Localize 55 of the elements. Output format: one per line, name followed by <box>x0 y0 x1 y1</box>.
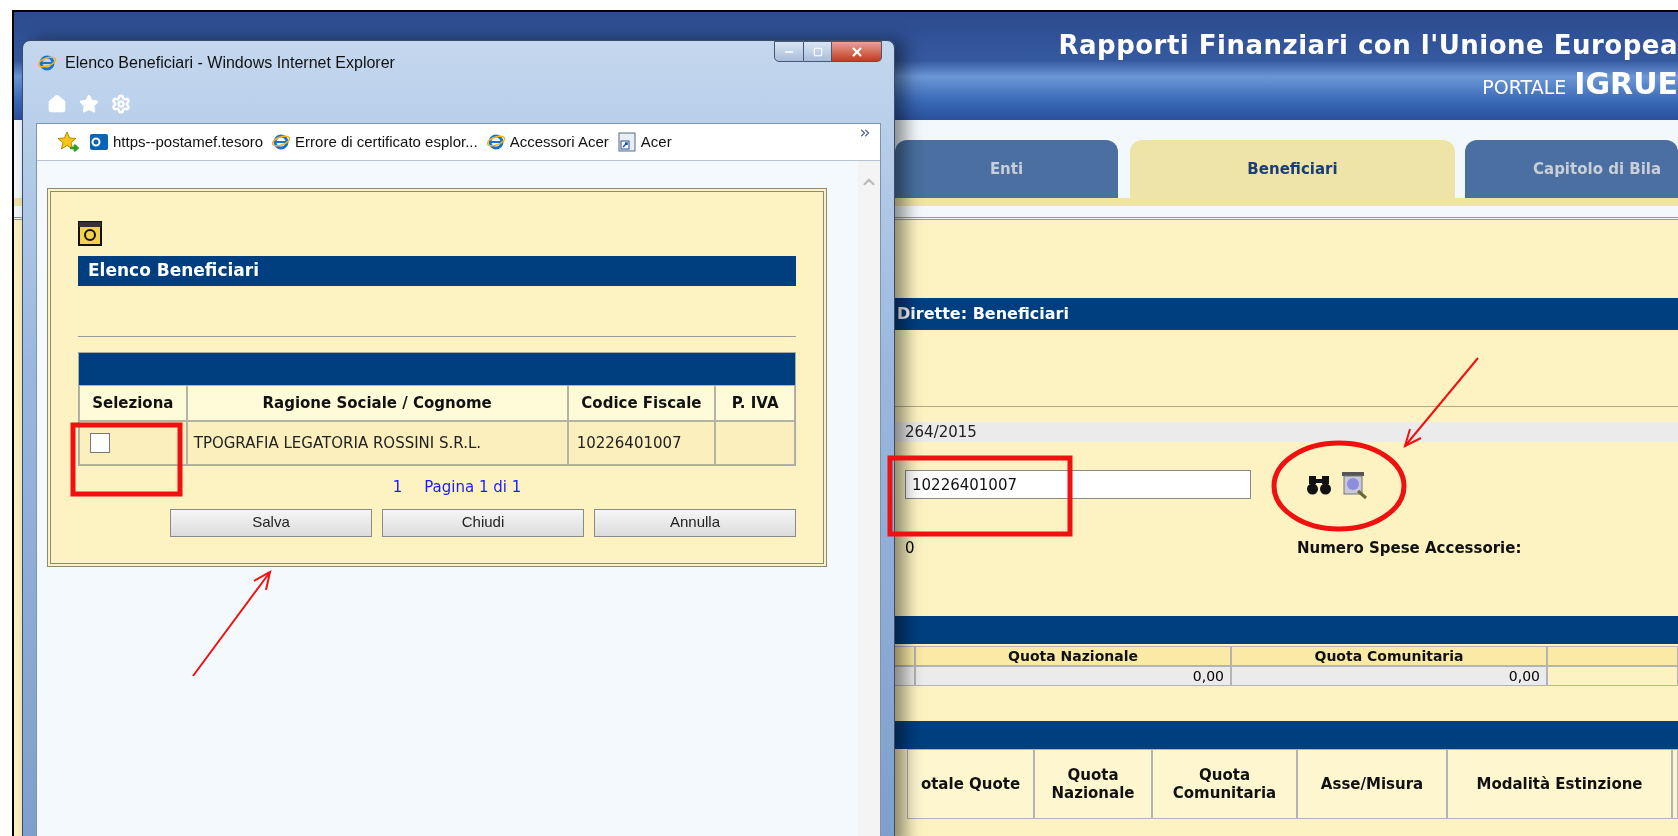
codice-fiscale-field[interactable]: 10226401007 <box>905 470 1251 499</box>
portal-name: IGRUE <box>1574 67 1678 101</box>
checkbox[interactable] <box>90 433 110 453</box>
table-header-cell: Ragione Sociale / Cognome <box>186 385 568 421</box>
close-button[interactable] <box>832 41 882 62</box>
panel-title: Elenco Beneficiari <box>88 259 260 283</box>
table-header-cell <box>1672 749 1678 819</box>
table-header-cell: Quota Comunitaria <box>1231 646 1547 666</box>
favorite-link[interactable]: https--postamef.tesoro <box>89 130 264 154</box>
tab[interactable]: Beneficiari <box>1130 140 1455 198</box>
favorite-link[interactable]: Acer <box>616 130 672 154</box>
table-header-cell: Codice Fiscale <box>567 385 716 421</box>
page-link[interactable]: 1 <box>392 476 403 499</box>
dialog-button[interactable]: Salva <box>170 508 372 537</box>
more-favorites-icon[interactable] <box>858 126 872 140</box>
mail-app-icon <box>89 132 109 152</box>
document-icon <box>78 220 102 246</box>
favorite-link[interactable]: Errore di certificato esplor... <box>271 130 478 154</box>
table-header-cell <box>893 646 915 666</box>
page-indicator: Pagina 1 di 1 <box>424 477 522 498</box>
star-icon[interactable] <box>79 94 99 114</box>
add-favorite-icon[interactable] <box>57 131 81 153</box>
field-label: Numero Spese Accessorie: <box>1297 537 1522 559</box>
shortcut-icon <box>616 132 637 152</box>
favorite-link[interactable]: Accessori Acer <box>485 130 609 154</box>
binoculars-icon[interactable] <box>1306 473 1332 496</box>
window-title: Elenco Beneficiari - Windows Internet Explorer <box>65 53 395 73</box>
table-cell: 0,00 <box>915 666 1231 686</box>
table-header-cell: Quota Nazionale <box>1034 749 1152 819</box>
table-header-cell: Quota Nazionale <box>915 646 1231 666</box>
protocol-number: 264/2015 <box>905 421 977 443</box>
maximize-button[interactable] <box>804 41 832 62</box>
site-title: Rapporti Finanziari con l'Unione Europea <box>1058 29 1678 62</box>
table-header-cell: Modalità Estinzione <box>1447 749 1672 819</box>
table-header-cell: Asse/Misura <box>1297 749 1447 819</box>
dialog-button[interactable]: Chiudi <box>382 508 584 537</box>
minimize-button[interactable] <box>774 41 804 62</box>
table-header-cell: P. IVA <box>715 385 795 421</box>
section-title: Dirette: Beneficiari <box>897 303 1069 325</box>
table-cell: 10226401007 <box>567 421 716 465</box>
table-cell: 0,00 <box>1231 666 1547 686</box>
table-header-cell: Seleziona <box>79 385 187 421</box>
browser-icon <box>271 132 292 152</box>
close-icon <box>849 44 864 59</box>
count-value: 0 <box>905 537 916 559</box>
table-header-cell: Quota Comunitaria <box>1152 749 1297 819</box>
portal-label: PORTALE <box>1482 75 1567 100</box>
table-header-cell: otale Quote <box>907 749 1034 819</box>
maximize-icon <box>812 46 823 57</box>
scrollbar[interactable] <box>858 161 880 836</box>
table-cell: TPOGRAFIA LEGATORIA ROSSINI S.R.L. <box>186 421 568 465</box>
dialog-button[interactable]: Annulla <box>594 508 796 537</box>
browser-icon <box>37 53 57 73</box>
table-cell <box>893 666 915 686</box>
browser-icon <box>485 132 506 152</box>
